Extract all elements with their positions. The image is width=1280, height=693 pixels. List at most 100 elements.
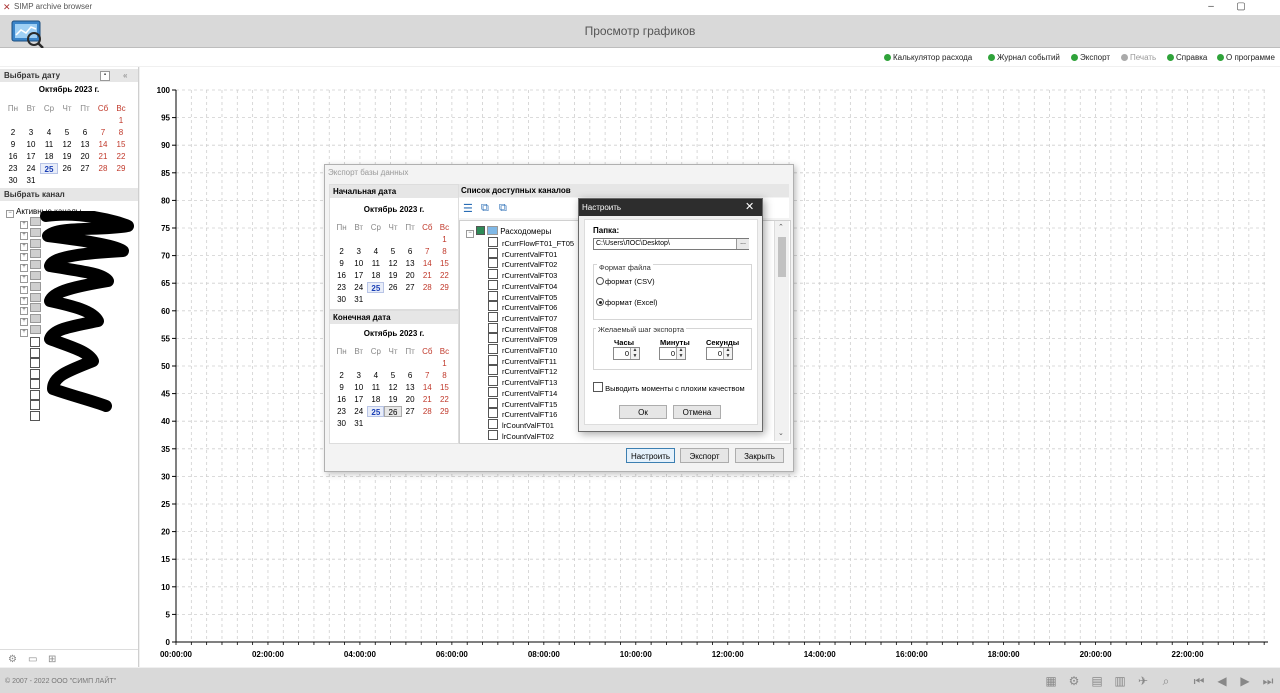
channel-checkbox[interactable] <box>488 247 498 258</box>
hours-stepper[interactable]: 0 ▲ ▼ <box>613 347 640 360</box>
calendar-day[interactable]: 19 <box>384 270 401 281</box>
calendar-day[interactable]: 4 <box>40 127 58 138</box>
calendar-day[interactable]: 20 <box>402 394 419 405</box>
minimize-icon[interactable]: – <box>1196 0 1226 15</box>
radio-excel[interactable] <box>596 298 604 306</box>
calendar-day[interactable]: 9 <box>333 258 350 269</box>
calendar-day[interactable]: 20 <box>76 151 94 162</box>
calendar-day[interactable]: 10 <box>350 258 367 269</box>
channel-checkbox[interactable] <box>488 386 498 397</box>
end-calendar-month[interactable]: Октябрь 2023 г. <box>330 329 458 338</box>
channel-checkbox[interactable] <box>488 258 498 269</box>
calendar-day[interactable]: 23 <box>4 163 22 174</box>
calendar-day[interactable]: 13 <box>402 382 419 393</box>
calendar-day[interactable]: 19 <box>58 151 76 162</box>
close-button[interactable]: Закрыть <box>735 448 784 463</box>
channel-checkbox[interactable] <box>488 237 498 247</box>
calendar-day[interactable]: 17 <box>22 151 40 162</box>
calendar-day[interactable]: 21 <box>94 151 112 162</box>
start-calendar-month[interactable]: Октябрь 2023 г. <box>330 205 458 214</box>
calendar-day[interactable]: 19 <box>384 394 401 405</box>
channel-checkbox[interactable] <box>488 408 498 419</box>
calendar-day[interactable]: 30 <box>333 294 350 305</box>
channel-item[interactable]: rCurrentValFT01 <box>488 247 557 259</box>
calendar-day[interactable]: 5 <box>58 127 76 138</box>
calendar-day[interactable]: 4 <box>367 370 384 381</box>
calendar-month-label[interactable]: Октябрь 2023 г. <box>0 85 138 94</box>
scroll-down-icon[interactable]: ⌄ <box>778 429 784 437</box>
calendar-day[interactable]: 12 <box>384 382 401 393</box>
calendar-day[interactable]: 31 <box>22 175 40 186</box>
channel-checkbox[interactable] <box>488 290 498 301</box>
menu-about[interactable]: О программе <box>1217 53 1275 62</box>
calendar-day[interactable]: 6 <box>402 370 419 381</box>
pin-icon[interactable]: ▪ <box>100 71 110 81</box>
calendar-day[interactable]: 26 <box>384 282 401 293</box>
channel-item[interactable]: rCurrentValFT12 <box>488 365 557 376</box>
channel-item[interactable]: rCurrentValFT08 <box>488 322 557 334</box>
calendar-day[interactable]: 15 <box>112 139 130 150</box>
calendar-day[interactable]: 6 <box>402 246 419 257</box>
channel-item[interactable]: rCurrentValFT09 <box>488 333 557 344</box>
ok-button[interactable]: Ок <box>619 405 667 419</box>
bar-chart-icon[interactable]: ▥ <box>1113 675 1127 687</box>
calendar-day[interactable]: 15 <box>436 258 453 269</box>
configure-button[interactable]: Настроить <box>626 448 675 463</box>
gear-icon[interactable]: ⚙ <box>1067 675 1081 687</box>
first-page-icon[interactable]: ⏮ <box>1192 675 1206 687</box>
calendar-day[interactable]: 22 <box>112 151 130 162</box>
calendar-day[interactable]: 22 <box>436 394 453 405</box>
calendar-day[interactable]: 27 <box>402 282 419 293</box>
calendar-day[interactable]: 7 <box>419 246 436 257</box>
calendar-day[interactable]: 13 <box>76 139 94 150</box>
calendar-day[interactable]: 23 <box>333 406 350 417</box>
calendar-day[interactable]: 30 <box>333 418 350 429</box>
channel-checkbox[interactable] <box>488 376 498 387</box>
channel-item[interactable]: rCurrentValFT10 <box>488 344 557 355</box>
close-icon[interactable]: ✕ <box>745 199 754 216</box>
chart-icon[interactable]: ▤ <box>1090 675 1104 687</box>
calendar-day[interactable]: 8 <box>112 127 130 138</box>
calendar-day[interactable]: 15 <box>436 382 453 393</box>
channel-item[interactable]: rCurrentValFT11 <box>488 354 557 366</box>
format-csv-option[interactable]: формат (CSV) <box>596 277 655 286</box>
calendar-day[interactable]: 9 <box>333 382 350 393</box>
calendar-day[interactable]: 24 <box>350 406 367 417</box>
channel-item[interactable]: rCurrentValFT15 <box>488 397 557 409</box>
channel-checkbox[interactable] <box>488 301 498 312</box>
tree-icon[interactable]: ⊞ <box>48 654 56 665</box>
partial-check-icon[interactable] <box>476 226 485 235</box>
cursor-icon[interactable]: ✈ <box>1136 675 1150 687</box>
calendar-day[interactable]: 27 <box>76 163 94 174</box>
calendar-day[interactable]: 14 <box>94 139 112 150</box>
calendar-day[interactable]: 14 <box>419 382 436 393</box>
calendar-day[interactable]: 12 <box>384 258 401 269</box>
calendar-day[interactable]: 26 <box>384 406 402 417</box>
channel-item[interactable]: rCurrentValFT14 <box>488 386 557 398</box>
calendar-day[interactable]: 11 <box>367 382 384 393</box>
zoom-icon[interactable]: ⌕ <box>1159 675 1173 687</box>
calendar-day[interactable]: 3 <box>22 127 40 138</box>
scroll-up-icon[interactable]: ⌃ <box>778 223 784 231</box>
stepper-arrows-icon[interactable]: ▲ ▼ <box>676 347 685 359</box>
format-excel-option[interactable]: формат (Excel) <box>596 298 658 307</box>
calendar-day[interactable]: 11 <box>367 258 384 269</box>
channel-item[interactable]: lrCountValFT01 <box>488 418 554 430</box>
list-view-icon[interactable]: ☰ <box>463 202 473 215</box>
channel-checkbox[interactable] <box>488 311 498 322</box>
channel-checkbox[interactable] <box>488 322 498 333</box>
channel-checkbox[interactable] <box>488 269 498 280</box>
calendar-day[interactable]: 28 <box>419 406 436 417</box>
menu-flow-calculator[interactable]: Калькулятор расхода <box>884 53 972 62</box>
calendar-day[interactable]: 16 <box>333 270 350 281</box>
minutes-stepper[interactable]: 0 ▲ ▼ <box>659 347 686 360</box>
calendar-day[interactable]: 1 <box>436 358 453 369</box>
calendar-day[interactable]: 27 <box>402 406 419 417</box>
calendar-day[interactable]: 16 <box>4 151 22 162</box>
channel-checkbox[interactable] <box>488 333 498 344</box>
channel-checkbox[interactable] <box>488 397 498 408</box>
calendar-day[interactable]: 29 <box>436 282 453 293</box>
channels-scrollbar[interactable]: ⌃ ⌄ <box>774 221 789 441</box>
calendar-day[interactable]: 4 <box>367 246 384 257</box>
calendar-day[interactable]: 26 <box>58 163 76 174</box>
